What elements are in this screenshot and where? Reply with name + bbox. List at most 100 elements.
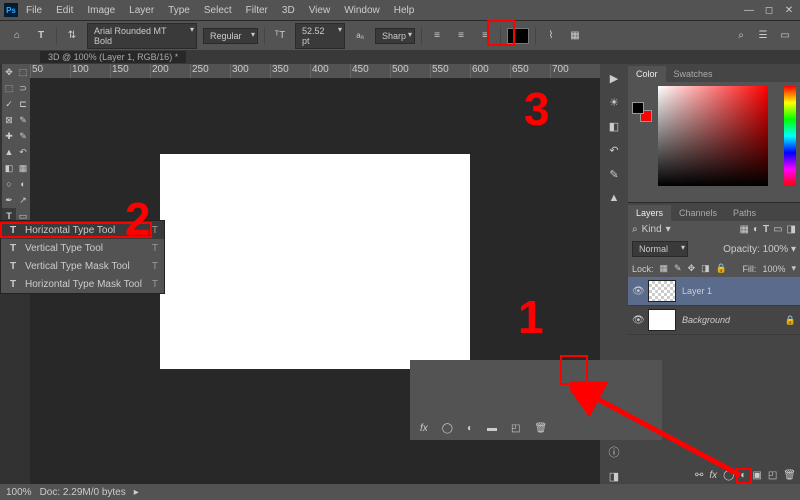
group-icon[interactable]: ▣	[752, 470, 761, 481]
color-swatch-pair[interactable]	[632, 102, 652, 122]
horizontal-type-tool-item[interactable]: THorizontal Type ToolT	[1, 221, 164, 239]
maximize-icon[interactable]: ◻	[762, 5, 776, 16]
font-weight-dropdown[interactable]: Regular	[203, 28, 258, 44]
layer-item[interactable]: 👁 Layer 1	[628, 277, 800, 306]
fx-icon-large[interactable]: fx	[420, 423, 428, 434]
history-brush-tool[interactable]: ↶	[16, 144, 30, 160]
stamp-tool[interactable]: ▲	[2, 144, 16, 160]
minimize-icon[interactable]: —	[742, 5, 756, 16]
share-icon[interactable]: ☰	[756, 30, 770, 41]
styles-icon[interactable]: ◧	[606, 118, 622, 134]
menu-help[interactable]: Help	[388, 2, 421, 19]
group-icon-large[interactable]: ▬	[487, 423, 497, 434]
align-right-icon[interactable]: ≡	[476, 27, 494, 45]
3d-panel-icon[interactable]: ◨	[606, 468, 622, 484]
blur-tool[interactable]: ○	[2, 176, 16, 192]
quick-select-tool[interactable]: ✓	[2, 96, 16, 112]
3d-icon[interactable]: ▦	[566, 27, 584, 45]
zoomed-layer-footer: fx ◯ ◐ ▬ ◰ 🗑	[410, 360, 662, 440]
layers-footer: ⚯ fx ◯ ◐ ▣ ◰ 🗑	[628, 467, 800, 484]
artboard-tool[interactable]: ⬚	[16, 64, 30, 80]
gradient-tool[interactable]: ▦	[16, 160, 30, 176]
hue-slider[interactable]	[784, 86, 796, 186]
menu-view[interactable]: View	[303, 2, 337, 19]
fx-icon[interactable]: fx	[709, 470, 717, 481]
font-size-dropdown[interactable]: 52.52 pt	[295, 23, 345, 49]
warp-text-icon[interactable]: ⌇	[542, 27, 560, 45]
lasso-tool[interactable]: ⊃	[16, 80, 30, 96]
menu-select[interactable]: Select	[198, 2, 238, 19]
frame-tool[interactable]: ⊠	[2, 112, 16, 128]
visibility-icon[interactable]: 👁	[632, 286, 642, 297]
visibility-icon[interactable]: 👁	[632, 315, 642, 326]
zoom-level[interactable]: 100%	[6, 487, 32, 498]
doc-size: Doc: 2.29M/0 bytes	[40, 487, 126, 498]
pen-tool[interactable]: ✒	[2, 192, 16, 208]
menu-window[interactable]: Window	[338, 2, 386, 19]
align-center-icon[interactable]: ≡	[452, 27, 470, 45]
blend-mode-dropdown[interactable]: Normal	[632, 241, 688, 257]
path-tool[interactable]: ↗	[16, 192, 30, 208]
delete-layer-icon-large[interactable]: 🗑	[534, 423, 547, 434]
new-layer-icon-large[interactable]: ◰	[511, 423, 520, 434]
close-icon[interactable]: ✕	[782, 5, 796, 16]
healing-tool[interactable]: ✚	[2, 128, 16, 144]
menu-3d[interactable]: 3D	[276, 2, 301, 19]
menu-filter[interactable]: Filter	[240, 2, 274, 19]
dodge-tool[interactable]: ◐	[16, 176, 30, 192]
orientation-icon[interactable]: ⇅	[63, 27, 81, 45]
layer-item[interactable]: 👁 Background 🔒	[628, 306, 800, 335]
layers-panel: Layers Channels Paths ⌕Kind▾ ▦◐T▭◨ Norma…	[628, 202, 800, 484]
home-icon[interactable]: ⌂	[8, 27, 26, 45]
menu-file[interactable]: File	[20, 2, 48, 19]
opacity-value[interactable]: 100%	[763, 244, 789, 255]
layer-thumbnail[interactable]	[648, 280, 676, 302]
workspace-icon[interactable]: ▭	[778, 30, 792, 41]
menu-image[interactable]: Image	[81, 2, 121, 19]
menu-edit[interactable]: Edit	[50, 2, 79, 19]
crop-tool[interactable]: ⊏	[16, 96, 30, 112]
search-icon[interactable]: ⌕	[734, 30, 748, 41]
link-layers-icon[interactable]: ⚯	[695, 470, 703, 481]
eraser-tool[interactable]: ◧	[2, 160, 16, 176]
text-color-swatch[interactable]	[507, 28, 529, 44]
antialiasing-dropdown[interactable]: Sharp	[375, 28, 415, 44]
delete-layer-icon[interactable]: 🗑	[783, 470, 796, 481]
play-icon[interactable]: ▶	[606, 70, 622, 86]
color-field[interactable]	[658, 86, 768, 186]
lock-icon[interactable]: 🔒	[785, 315, 796, 326]
menu-layer[interactable]: Layer	[123, 2, 160, 19]
clone-icon[interactable]: ▲	[606, 190, 622, 206]
document-tab[interactable]: 3D @ 100% (Layer 1, RGB/16) *	[40, 51, 186, 63]
info-icon[interactable]: ⓘ	[606, 444, 622, 460]
brushes-icon[interactable]: ✎	[606, 166, 622, 182]
vertical-type-mask-tool-item[interactable]: TVertical Type Mask ToolT	[1, 257, 164, 275]
layer-thumbnail[interactable]	[648, 309, 676, 331]
mask-icon[interactable]: ◯	[723, 470, 734, 481]
adjustment-icon-large[interactable]: ◐	[467, 423, 473, 434]
color-tab[interactable]: Color	[628, 66, 666, 82]
channels-tab[interactable]: Channels	[671, 205, 725, 221]
paths-tab[interactable]: Paths	[725, 205, 764, 221]
marquee-tool[interactable]: ⬚	[2, 80, 16, 96]
aa-icon: aₐ	[351, 27, 369, 45]
color-panel-tabs: Color Swatches	[628, 64, 800, 82]
app-logo: Ps	[4, 3, 18, 17]
vertical-type-tool-item[interactable]: TVertical Type ToolT	[1, 239, 164, 257]
adjustments-icon[interactable]: ☀	[606, 94, 622, 110]
canvas[interactable]	[160, 154, 470, 369]
horizontal-type-mask-tool-item[interactable]: THorizontal Type Mask ToolT	[1, 275, 164, 293]
eyedropper-tool[interactable]: ✎	[16, 112, 30, 128]
adjustment-icon[interactable]: ◐	[740, 470, 746, 481]
fill-value[interactable]: 100%	[762, 264, 785, 274]
brush-tool[interactable]: ✎	[16, 128, 30, 144]
swatches-tab[interactable]: Swatches	[666, 66, 721, 82]
move-tool[interactable]: ✥	[2, 64, 16, 80]
history-icon[interactable]: ↶	[606, 142, 622, 158]
align-left-icon[interactable]: ≡	[428, 27, 446, 45]
layers-tab[interactable]: Layers	[628, 205, 671, 221]
new-layer-icon[interactable]: ◰	[768, 470, 777, 481]
mask-icon-large[interactable]: ◯	[442, 423, 453, 434]
menu-type[interactable]: Type	[162, 2, 196, 19]
font-family-dropdown[interactable]: Arial Rounded MT Bold	[87, 23, 197, 49]
